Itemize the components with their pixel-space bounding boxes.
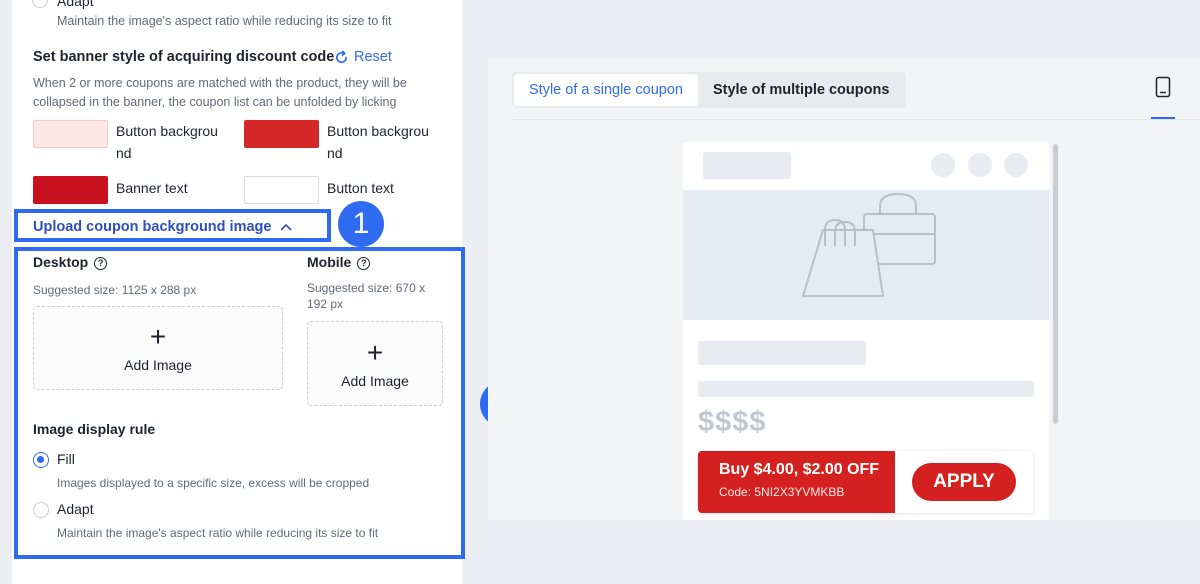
highlight-box-1 <box>14 209 331 242</box>
product-image-placeholder <box>683 190 1049 320</box>
apply-button[interactable]: APPLY <box>912 463 1016 501</box>
placeholder-dot <box>1004 153 1028 177</box>
tab-single-coupon[interactable]: Style of a single coupon <box>514 74 698 106</box>
tab-multiple-coupons[interactable]: Style of multiple coupons <box>698 74 904 106</box>
swatch-button-text[interactable] <box>244 176 319 204</box>
preview-scrollbar[interactable] <box>1053 144 1058 424</box>
reset-label: Reset <box>354 49 392 65</box>
phone-preview: $$$$ Buy $4.00, $2.00 OFF Code: 5NI2X3YV… <box>683 142 1049 520</box>
highlight-box-2 <box>14 247 465 559</box>
coupon-banner: Buy $4.00, $2.00 OFF Code: 5NI2X3YVMKBB … <box>698 451 1033 513</box>
annotation-badge-1: 1 <box>338 201 384 247</box>
banner-description-line1: When 2 or more coupons are matched with … <box>33 76 407 90</box>
swatch-label: Button backgrou nd <box>116 123 218 161</box>
placeholder-title <box>698 341 866 365</box>
banner-style-title: Set banner style of acquiring discount c… <box>33 49 335 65</box>
swatch-banner-text[interactable] <box>33 176 108 204</box>
coupon-code-text: Code: 5NI2X3YVMKBB <box>719 485 845 499</box>
placeholder-logo <box>703 152 791 179</box>
price-placeholder: $$$$ <box>698 406 767 438</box>
tab-divider <box>512 119 1200 120</box>
shopping-bag-icon <box>801 192 936 297</box>
coupon-apply-area: APPLY <box>895 451 1033 513</box>
placeholder-dot <box>931 153 955 177</box>
preview-panel: Style of a single coupon Style of multip… <box>488 58 1200 520</box>
swatch-label: Banner text <box>116 180 188 196</box>
swatch-button-background-red[interactable] <box>244 120 319 148</box>
swatch-label: Button text <box>327 180 394 196</box>
banner-description-line2: collapsed in the banner, the coupon list… <box>33 95 397 109</box>
reset-button[interactable]: Reset <box>334 49 392 65</box>
mobile-device-icon[interactable] <box>1155 76 1171 98</box>
placeholder-dot <box>968 153 992 177</box>
coupon-offer-text: Buy $4.00, $2.00 OFF <box>719 461 880 478</box>
swatch-label: Button backgrou nd <box>327 123 429 161</box>
top-adapt-radio[interactable] <box>32 0 48 8</box>
reset-icon <box>336 50 348 63</box>
top-adapt-hint: Maintain the image's aspect ratio while … <box>57 14 392 28</box>
coupon-offer-area: Buy $4.00, $2.00 OFF Code: 5NI2X3YVMKBB <box>698 451 895 513</box>
top-adapt-label: Adapt <box>57 0 94 9</box>
preview-tabs: Style of a single coupon Style of multip… <box>512 72 907 108</box>
device-selected-indicator <box>1151 117 1175 119</box>
swatch-button-background-light[interactable] <box>33 120 108 148</box>
placeholder-subtitle <box>698 381 1034 397</box>
